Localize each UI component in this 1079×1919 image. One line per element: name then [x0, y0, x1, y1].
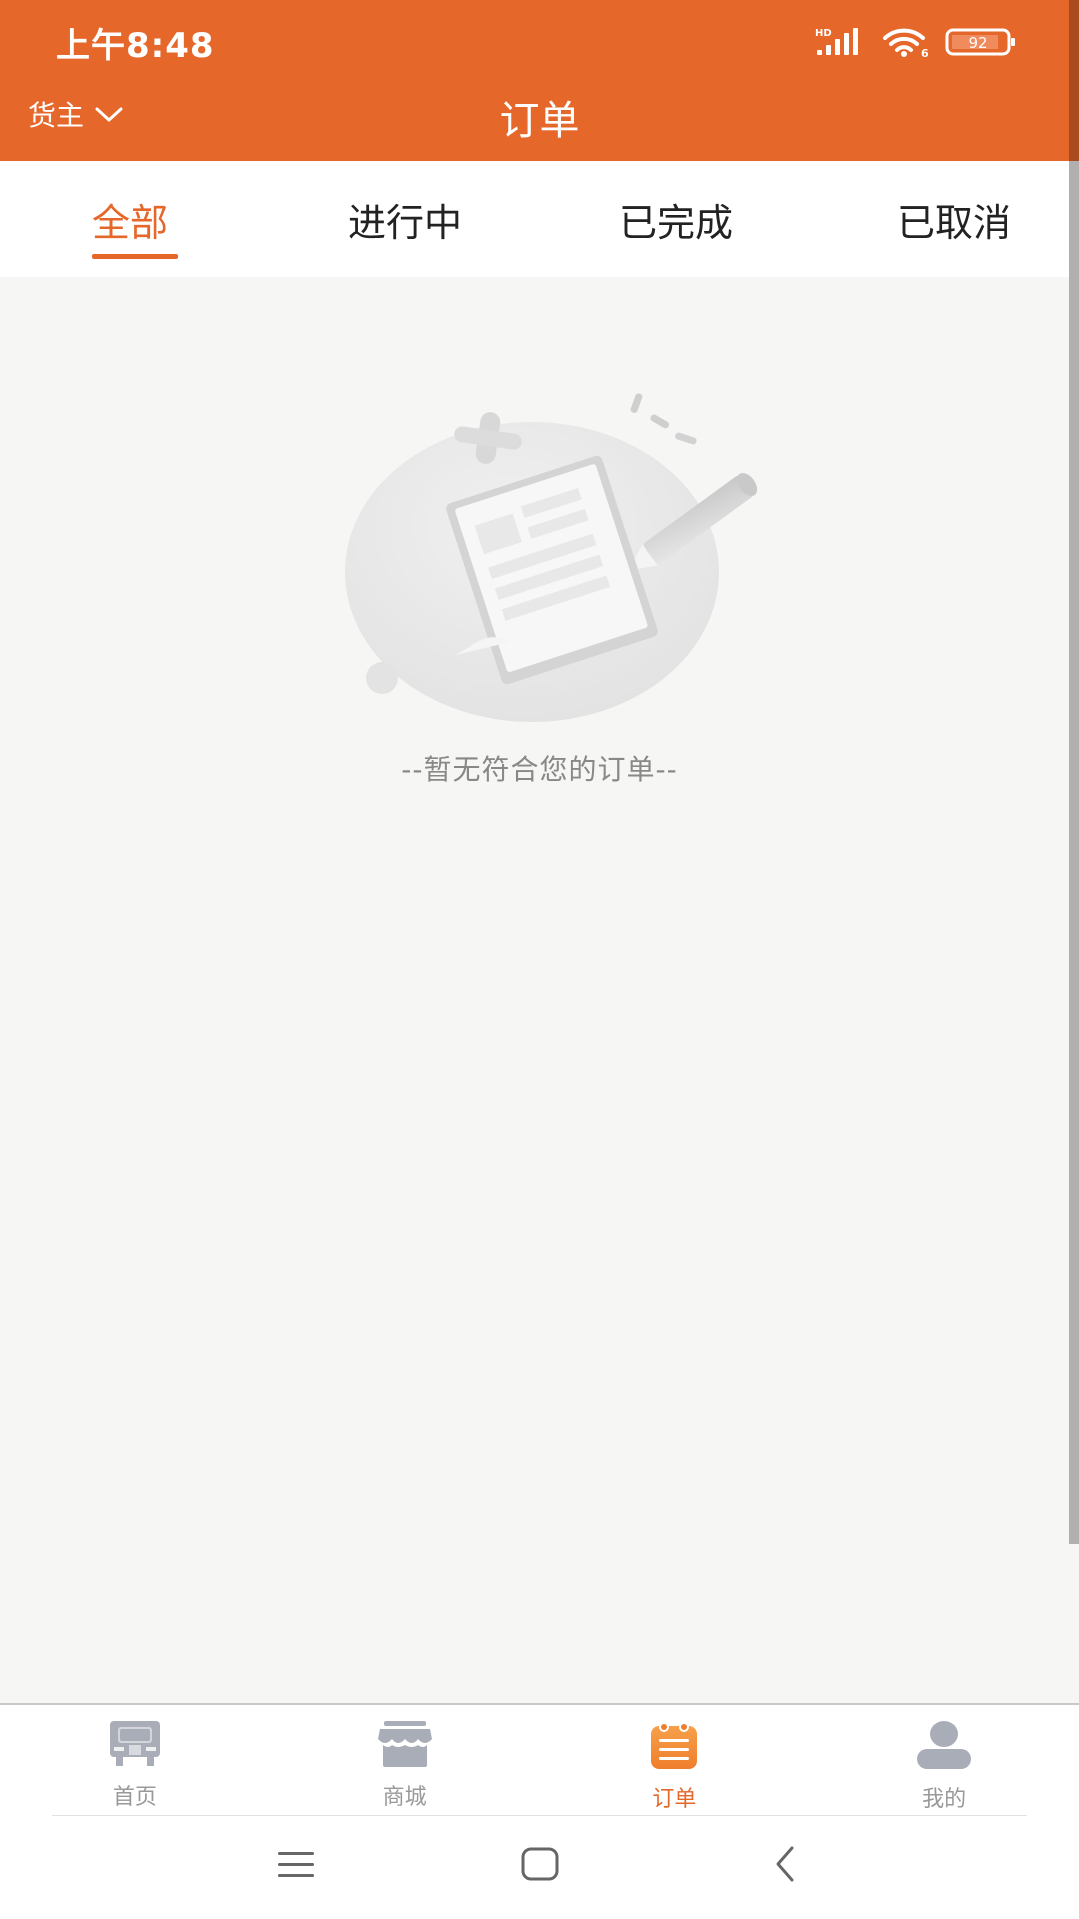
status-icons: HD 6 92	[815, 26, 1017, 62]
app-header: 上午8:48 HD 6 92 货主 订单	[0, 0, 1079, 161]
home-icon[interactable]	[520, 1844, 560, 1888]
cellular-signal-icon: HD	[815, 26, 867, 62]
page-title: 订单	[499, 98, 580, 144]
store-icon	[376, 1721, 434, 1773]
order-clipboard-icon	[649, 1721, 699, 1775]
menu-icon[interactable]	[276, 1844, 316, 1888]
tab-cancelled[interactable]: 已取消	[812, 161, 1079, 277]
tab-in-progress[interactable]: 进行中	[270, 161, 540, 277]
empty-document-illustration-icon	[0, 380, 1079, 730]
empty-state-message: --暂无符合您的订单--	[401, 753, 678, 786]
tab-label: 全部	[92, 200, 169, 245]
network-type-label: HD	[815, 28, 832, 39]
battery-level: 92	[968, 34, 987, 52]
nav-item-home[interactable]: 首页	[0, 1705, 270, 1817]
bottom-navigation: 首页 商城 订单 我的	[0, 1703, 1079, 1817]
tab-label: 已取消	[896, 200, 1011, 245]
nav-item-profile[interactable]: 我的	[809, 1705, 1079, 1817]
status-time: 上午8:48	[56, 26, 215, 66]
nav-item-store[interactable]: 商城	[270, 1705, 540, 1817]
order-status-tabs: 全部 进行中 已完成 已取消	[0, 161, 1079, 277]
nav-label: 首页	[112, 1785, 157, 1810]
tab-label: 已完成	[618, 200, 733, 245]
empty-state: --暂无符合您的订单--	[0, 380, 1079, 788]
tab-completed[interactable]: 已完成	[540, 161, 812, 277]
tab-label: 进行中	[347, 200, 462, 245]
nav-item-orders[interactable]: 订单	[540, 1705, 810, 1817]
tab-all[interactable]: 全部	[0, 161, 270, 277]
wifi-icon: 6	[881, 26, 931, 62]
battery-icon: 92	[945, 27, 1017, 61]
back-icon[interactable]	[766, 1844, 806, 1888]
nav-label: 我的	[922, 1787, 967, 1812]
active-tab-indicator	[92, 254, 178, 259]
user-icon	[915, 1721, 973, 1775]
nav-label: 订单	[652, 1787, 697, 1812]
nav-label: 商城	[382, 1785, 427, 1810]
wifi-standard-label: 6	[921, 47, 929, 58]
truck-icon	[108, 1721, 162, 1773]
scrollbar-header-segment	[1069, 0, 1079, 161]
system-navigation-bar	[0, 1816, 1079, 1919]
